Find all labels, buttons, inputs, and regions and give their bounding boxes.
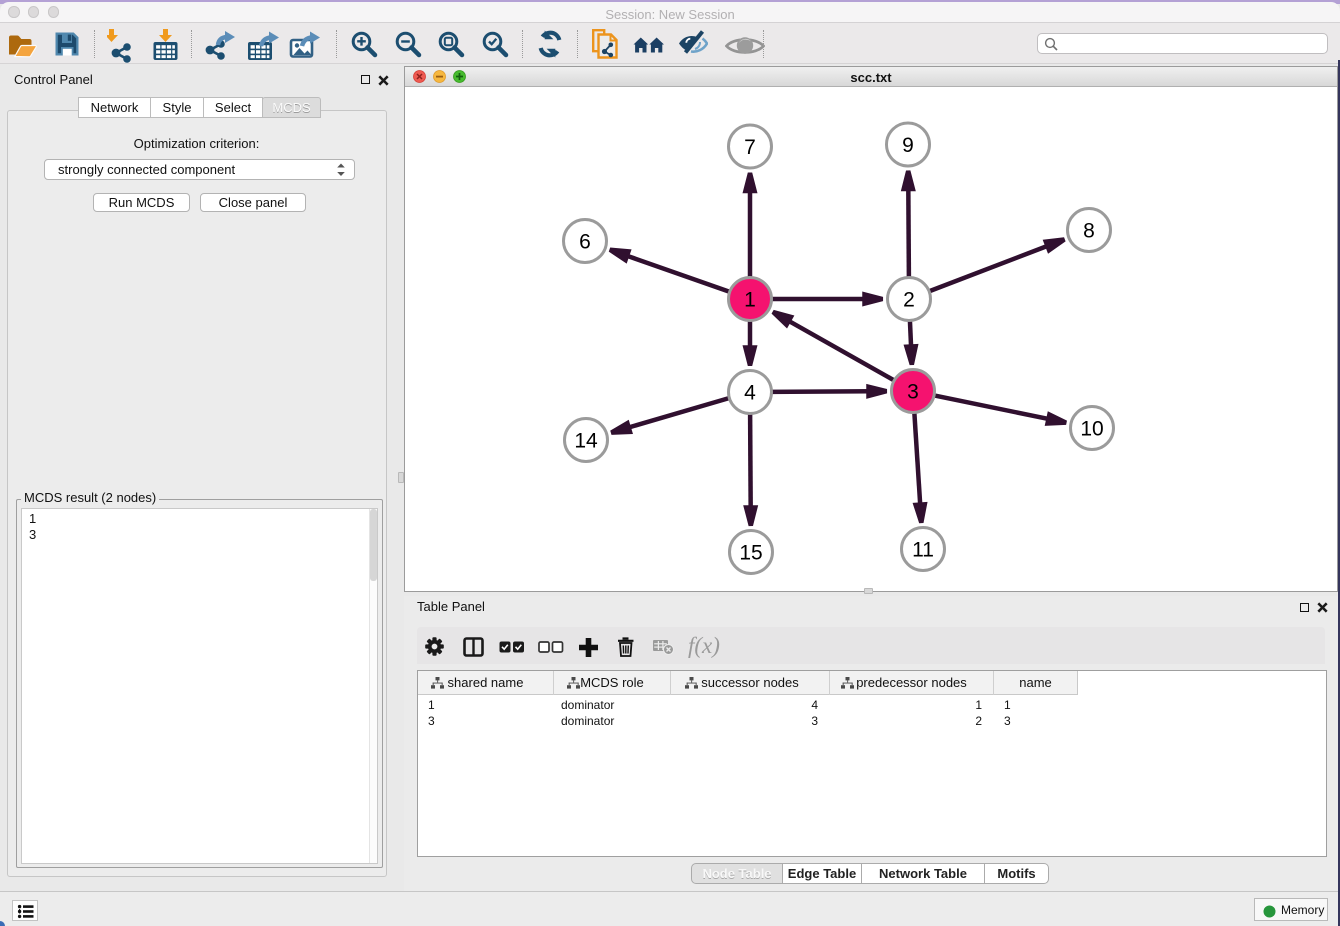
svg-text:14: 14 (574, 430, 598, 453)
svg-text:10: 10 (1080, 418, 1103, 441)
svg-text:3: 3 (907, 381, 919, 404)
svg-text:4: 4 (744, 382, 756, 405)
svg-text:6: 6 (579, 231, 591, 254)
svg-text:15: 15 (739, 542, 762, 565)
svg-text:1: 1 (744, 289, 756, 312)
svg-text:8: 8 (1083, 220, 1095, 243)
svg-text:9: 9 (902, 134, 914, 157)
svg-text:2: 2 (903, 289, 915, 312)
svg-text:11: 11 (912, 539, 934, 562)
svg-text:7: 7 (744, 136, 756, 159)
